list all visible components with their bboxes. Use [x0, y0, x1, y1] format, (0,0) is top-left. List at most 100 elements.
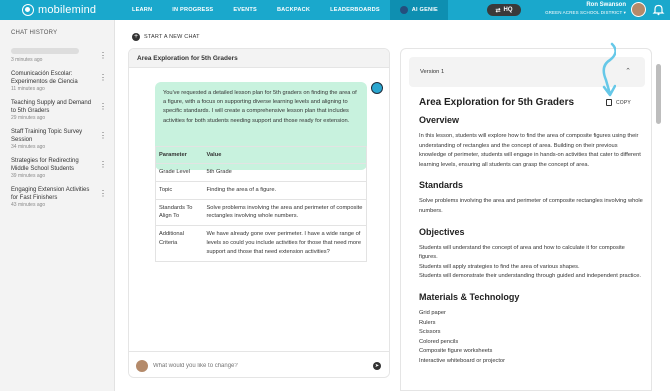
nav-in-progress[interactable]: IN PROGRESS: [162, 0, 223, 20]
chevron-up-icon: ⌃: [625, 68, 631, 75]
table-cell: Topic: [155, 181, 204, 200]
send-icon[interactable]: ➤: [373, 362, 381, 370]
material-item: Composite figure worksheets: [419, 348, 493, 355]
chat-history-item[interactable]: Staff Training Topic Survey Session 34 m…: [11, 128, 111, 151]
nav-learn[interactable]: LEARN: [122, 0, 162, 20]
chat-history-sidebar: CHAT HISTORY 3 minutes ago ⋮ Comunicació…: [0, 20, 115, 391]
parameters-table: Parameter Value Grade Level 5th Grade To…: [155, 146, 367, 262]
copy-icon: [606, 99, 612, 106]
chat-title: Staff Training Topic Survey Session: [11, 129, 83, 143]
table-cell: We have already gone over perimeter. I h…: [206, 231, 362, 255]
more-options-icon[interactable]: ⋮: [99, 132, 107, 140]
lesson-content: Overview In this lesson, students will e…: [419, 115, 645, 367]
mobilemind-logo[interactable]: mobilemind: [22, 4, 122, 16]
chat-history-item[interactable]: Teaching Supply and Demand to 5th Grader…: [11, 99, 111, 122]
nav-ai-genie-label: AI GENIE: [411, 7, 438, 13]
chevron-down-icon: ▾: [623, 10, 626, 15]
table-row: Standards To Align To Solve problems inv…: [155, 199, 367, 227]
plus-icon: +: [132, 33, 140, 41]
chat-panel: Area Exploration for 5th Graders You've …: [128, 48, 390, 378]
table-header-row: Parameter Value: [155, 146, 367, 164]
material-item: Interactive whiteboard or projector: [419, 357, 505, 364]
copy-label: COPY: [616, 99, 631, 106]
standards-heading: Standards: [419, 180, 464, 191]
chat-title: Engaging Extension Activities for Fast F…: [11, 187, 90, 201]
chat-history-item[interactable]: 3 minutes ago ⋮: [11, 48, 111, 64]
table-cell: Solve problems involving the area and pe…: [203, 199, 367, 227]
chat-title: Strategies for Redirecting Middle School…: [11, 158, 79, 172]
version-label: Version 1: [420, 69, 445, 75]
overview-heading: Overview: [419, 115, 460, 125]
assistant-message-text: You've requested a detailed lesson plan …: [163, 90, 357, 124]
more-options-icon[interactable]: ⋮: [99, 103, 107, 111]
chat-time: 43 minutes ago: [11, 202, 46, 208]
table-cell: Additional Criteria: [159, 231, 184, 246]
objectives-heading: Objectives: [419, 226, 465, 237]
logo-text: mobilemind: [38, 4, 97, 16]
chat-title: Comunicación Escolar: Experimentos de Ci…: [11, 71, 78, 85]
nav-backpack[interactable]: BACKPACK: [267, 0, 320, 20]
copy-button[interactable]: COPY: [606, 99, 631, 106]
chat-history-item[interactable]: Comunicación Escolar: Experimentos de Ci…: [11, 70, 111, 93]
hq-button[interactable]: ⇄ HQ: [487, 4, 521, 16]
nav-events[interactable]: EVENTS: [223, 0, 267, 20]
materials-heading: Materials & Technology: [419, 291, 520, 302]
message-composer: ➤: [129, 351, 389, 377]
table-row: Grade Level 5th Grade: [155, 163, 367, 182]
lesson-title: Area Exploration for 5th Graders: [419, 97, 575, 108]
table-cell: Grade Level: [155, 163, 204, 182]
table-row: Additional Criteria We have already gone…: [156, 226, 367, 261]
chat-time: 3 minutes ago: [11, 57, 43, 63]
chat-history-item[interactable]: Engaging Extension Activities for Fast F…: [11, 186, 111, 209]
chat-time: 11 minutes ago: [11, 86, 45, 92]
more-options-icon[interactable]: ⋮: [99, 52, 107, 60]
chat-history-list: 3 minutes ago ⋮ Comunicación Escolar: Ex…: [11, 48, 111, 215]
objective-item: Students will demonstrate their understa…: [419, 273, 641, 280]
user-menu[interactable]: Ron Swanson GREEN ACRES SCHOOL DISTRICT …: [522, 1, 626, 17]
table-cell: 5th Grade: [203, 163, 367, 182]
material-item: Rulers: [419, 319, 436, 326]
more-options-icon[interactable]: ⋮: [99, 161, 107, 169]
chat-history-item[interactable]: Strategies for Redirecting Middle School…: [11, 157, 111, 180]
more-options-icon[interactable]: ⋮: [99, 74, 107, 82]
district-row: GREEN ACRES SCHOOL DISTRICT ▾: [522, 9, 626, 17]
chat-title-header: Area Exploration for 5th Graders: [129, 49, 389, 68]
district-name: GREEN ACRES SCHOOL DISTRICT: [545, 10, 623, 15]
main-nav: LEARN IN PROGRESS EVENTS BACKPACK LEADER…: [122, 0, 448, 20]
annotation-arrow-icon: [602, 42, 616, 97]
table-cell: Standards To Align To: [155, 199, 204, 227]
bell-icon-svg: [652, 4, 665, 16]
start-new-chat-label: START A NEW CHAT: [144, 34, 200, 40]
more-options-icon[interactable]: ⋮: [99, 190, 107, 198]
hq-label: HQ: [503, 7, 513, 13]
chat-title: Teaching Supply and Demand to 5th Grader…: [11, 100, 92, 114]
table-cell: Finding the area of a figure.: [203, 181, 367, 200]
document-scrollbar[interactable]: [656, 64, 661, 124]
ai-genie-bot-icon: [371, 82, 383, 94]
notification-bell-icon[interactable]: [652, 3, 665, 16]
swap-icon: ⇄: [495, 7, 501, 14]
message-input[interactable]: [153, 360, 363, 372]
material-item: Grid paper: [419, 309, 446, 316]
chat-time: 29 minutes ago: [11, 115, 46, 121]
logo-icon: [22, 4, 34, 16]
genie-icon: [399, 6, 408, 14]
table-header: Parameter: [155, 146, 204, 164]
chat-time: 34 minutes ago: [11, 144, 46, 150]
user-name: Ron Swanson: [586, 2, 626, 8]
objective-item: Students will understand the concept of …: [419, 244, 625, 261]
loading-placeholder: [11, 48, 79, 54]
avatar[interactable]: [631, 2, 646, 17]
user-avatar: [136, 360, 148, 372]
chat-time: 39 minutes ago: [11, 173, 46, 179]
start-new-chat-button[interactable]: + START A NEW CHAT: [132, 33, 200, 41]
material-item: Colored pencils: [419, 338, 459, 345]
nav-leaderboards[interactable]: LEADERBOARDS: [320, 0, 390, 20]
top-navigation-bar: mobilemind LEARN IN PROGRESS EVENTS BACK…: [0, 0, 670, 20]
material-item: Scissors: [419, 329, 441, 336]
table-row: Topic Finding the area of a figure.: [155, 181, 367, 200]
standards-text: Solve problems involving the area and pe…: [419, 198, 643, 214]
nav-ai-genie[interactable]: AI GENIE: [389, 0, 448, 20]
table-header: Value: [203, 146, 367, 164]
chat-history-title: CHAT HISTORY: [11, 30, 58, 36]
